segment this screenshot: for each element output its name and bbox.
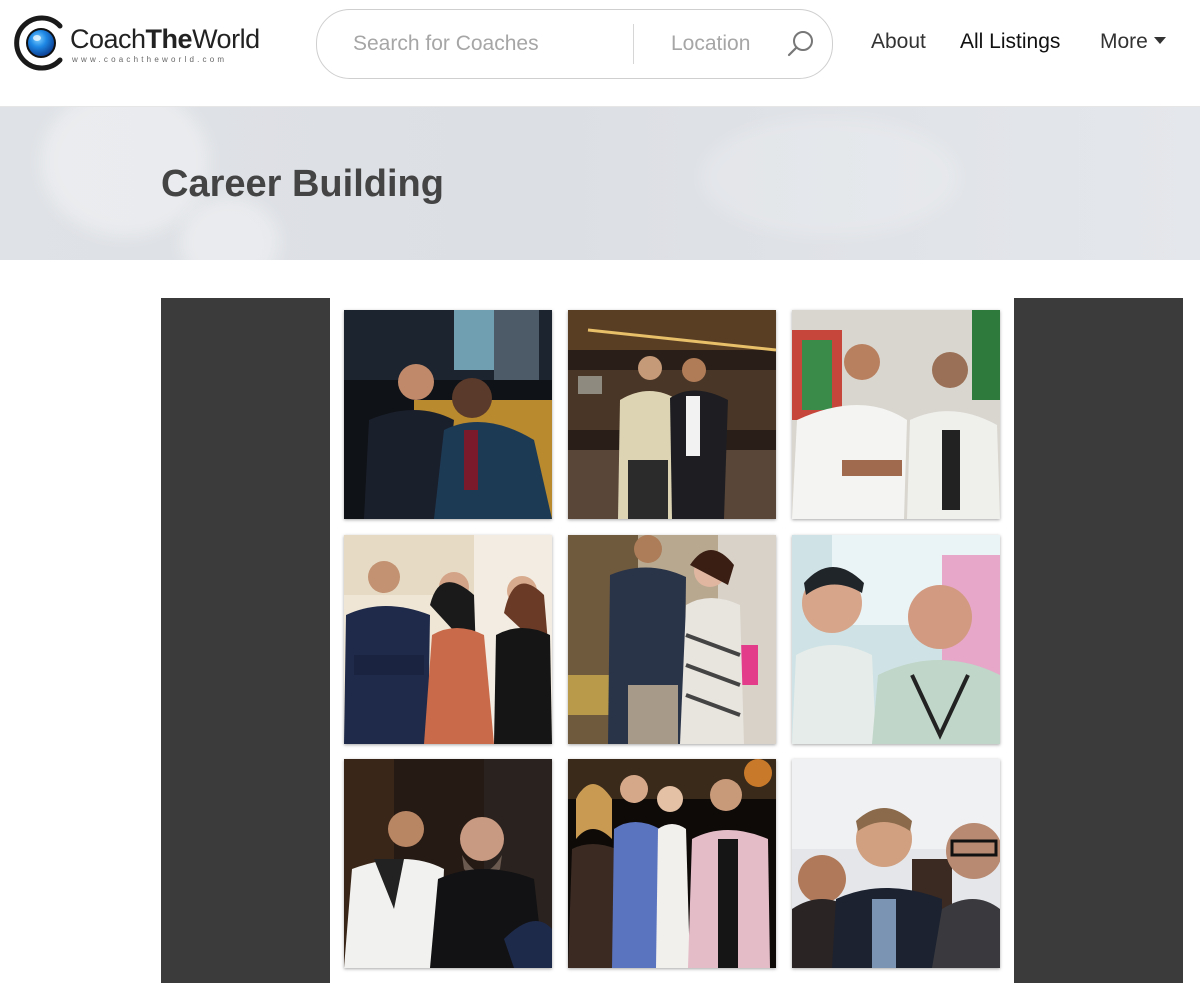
- nav-more-label: More: [1100, 30, 1148, 53]
- caret-down-icon: [1153, 37, 1166, 44]
- photo-image: [568, 310, 776, 519]
- photo-image: [792, 535, 1000, 744]
- logo-url: www.coachtheworld.com: [72, 55, 228, 64]
- banner-bokeh: [700, 117, 960, 237]
- photo-image: [344, 310, 552, 519]
- nav-all-listings[interactable]: All Listings: [960, 30, 1060, 54]
- location-input[interactable]: [671, 30, 781, 58]
- banner-bokeh: [180, 197, 280, 260]
- logo-word-world: World: [192, 24, 260, 54]
- page-title: Career Building: [161, 163, 444, 205]
- logo-word-the: The: [145, 24, 193, 54]
- gallery-photo-3[interactable]: [792, 310, 1000, 519]
- search-button[interactable]: [785, 28, 817, 60]
- gallery-photo-9[interactable]: [792, 759, 1000, 968]
- photo-image: [792, 759, 1000, 968]
- logo-word-coach: Coach: [70, 24, 146, 54]
- logo-icon: [14, 15, 63, 71]
- search-divider: [633, 24, 634, 64]
- search-bar: [316, 9, 833, 79]
- photo-image: [344, 535, 552, 744]
- nav-more-dropdown[interactable]: More: [1100, 30, 1166, 54]
- search-input[interactable]: [353, 30, 623, 58]
- gallery-photo-5[interactable]: [568, 535, 776, 744]
- photo-gallery: [161, 298, 1183, 983]
- gallery-photo-2[interactable]: [568, 310, 776, 519]
- page-banner: Career Building: [0, 107, 1200, 260]
- gallery-photo-1[interactable]: [344, 310, 552, 519]
- logo-wordmark: CoachTheWorld: [70, 24, 260, 55]
- photo-collage: [330, 298, 1014, 983]
- photo-image: [568, 535, 776, 744]
- gallery-photo-7[interactable]: [344, 759, 552, 968]
- search-icon: [787, 31, 813, 57]
- gallery-photo-4[interactable]: [344, 535, 552, 744]
- site-logo[interactable]: CoachTheWorld www.coachtheworld.com: [12, 14, 282, 76]
- photo-image: [568, 759, 776, 968]
- nav-about[interactable]: About: [871, 30, 926, 54]
- photo-image: [792, 310, 1000, 519]
- gallery-photo-8[interactable]: [568, 759, 776, 968]
- site-header: CoachTheWorld www.coachtheworld.com Abou…: [0, 0, 1200, 107]
- photo-image: [344, 759, 552, 968]
- gallery-photo-6[interactable]: [792, 535, 1000, 744]
